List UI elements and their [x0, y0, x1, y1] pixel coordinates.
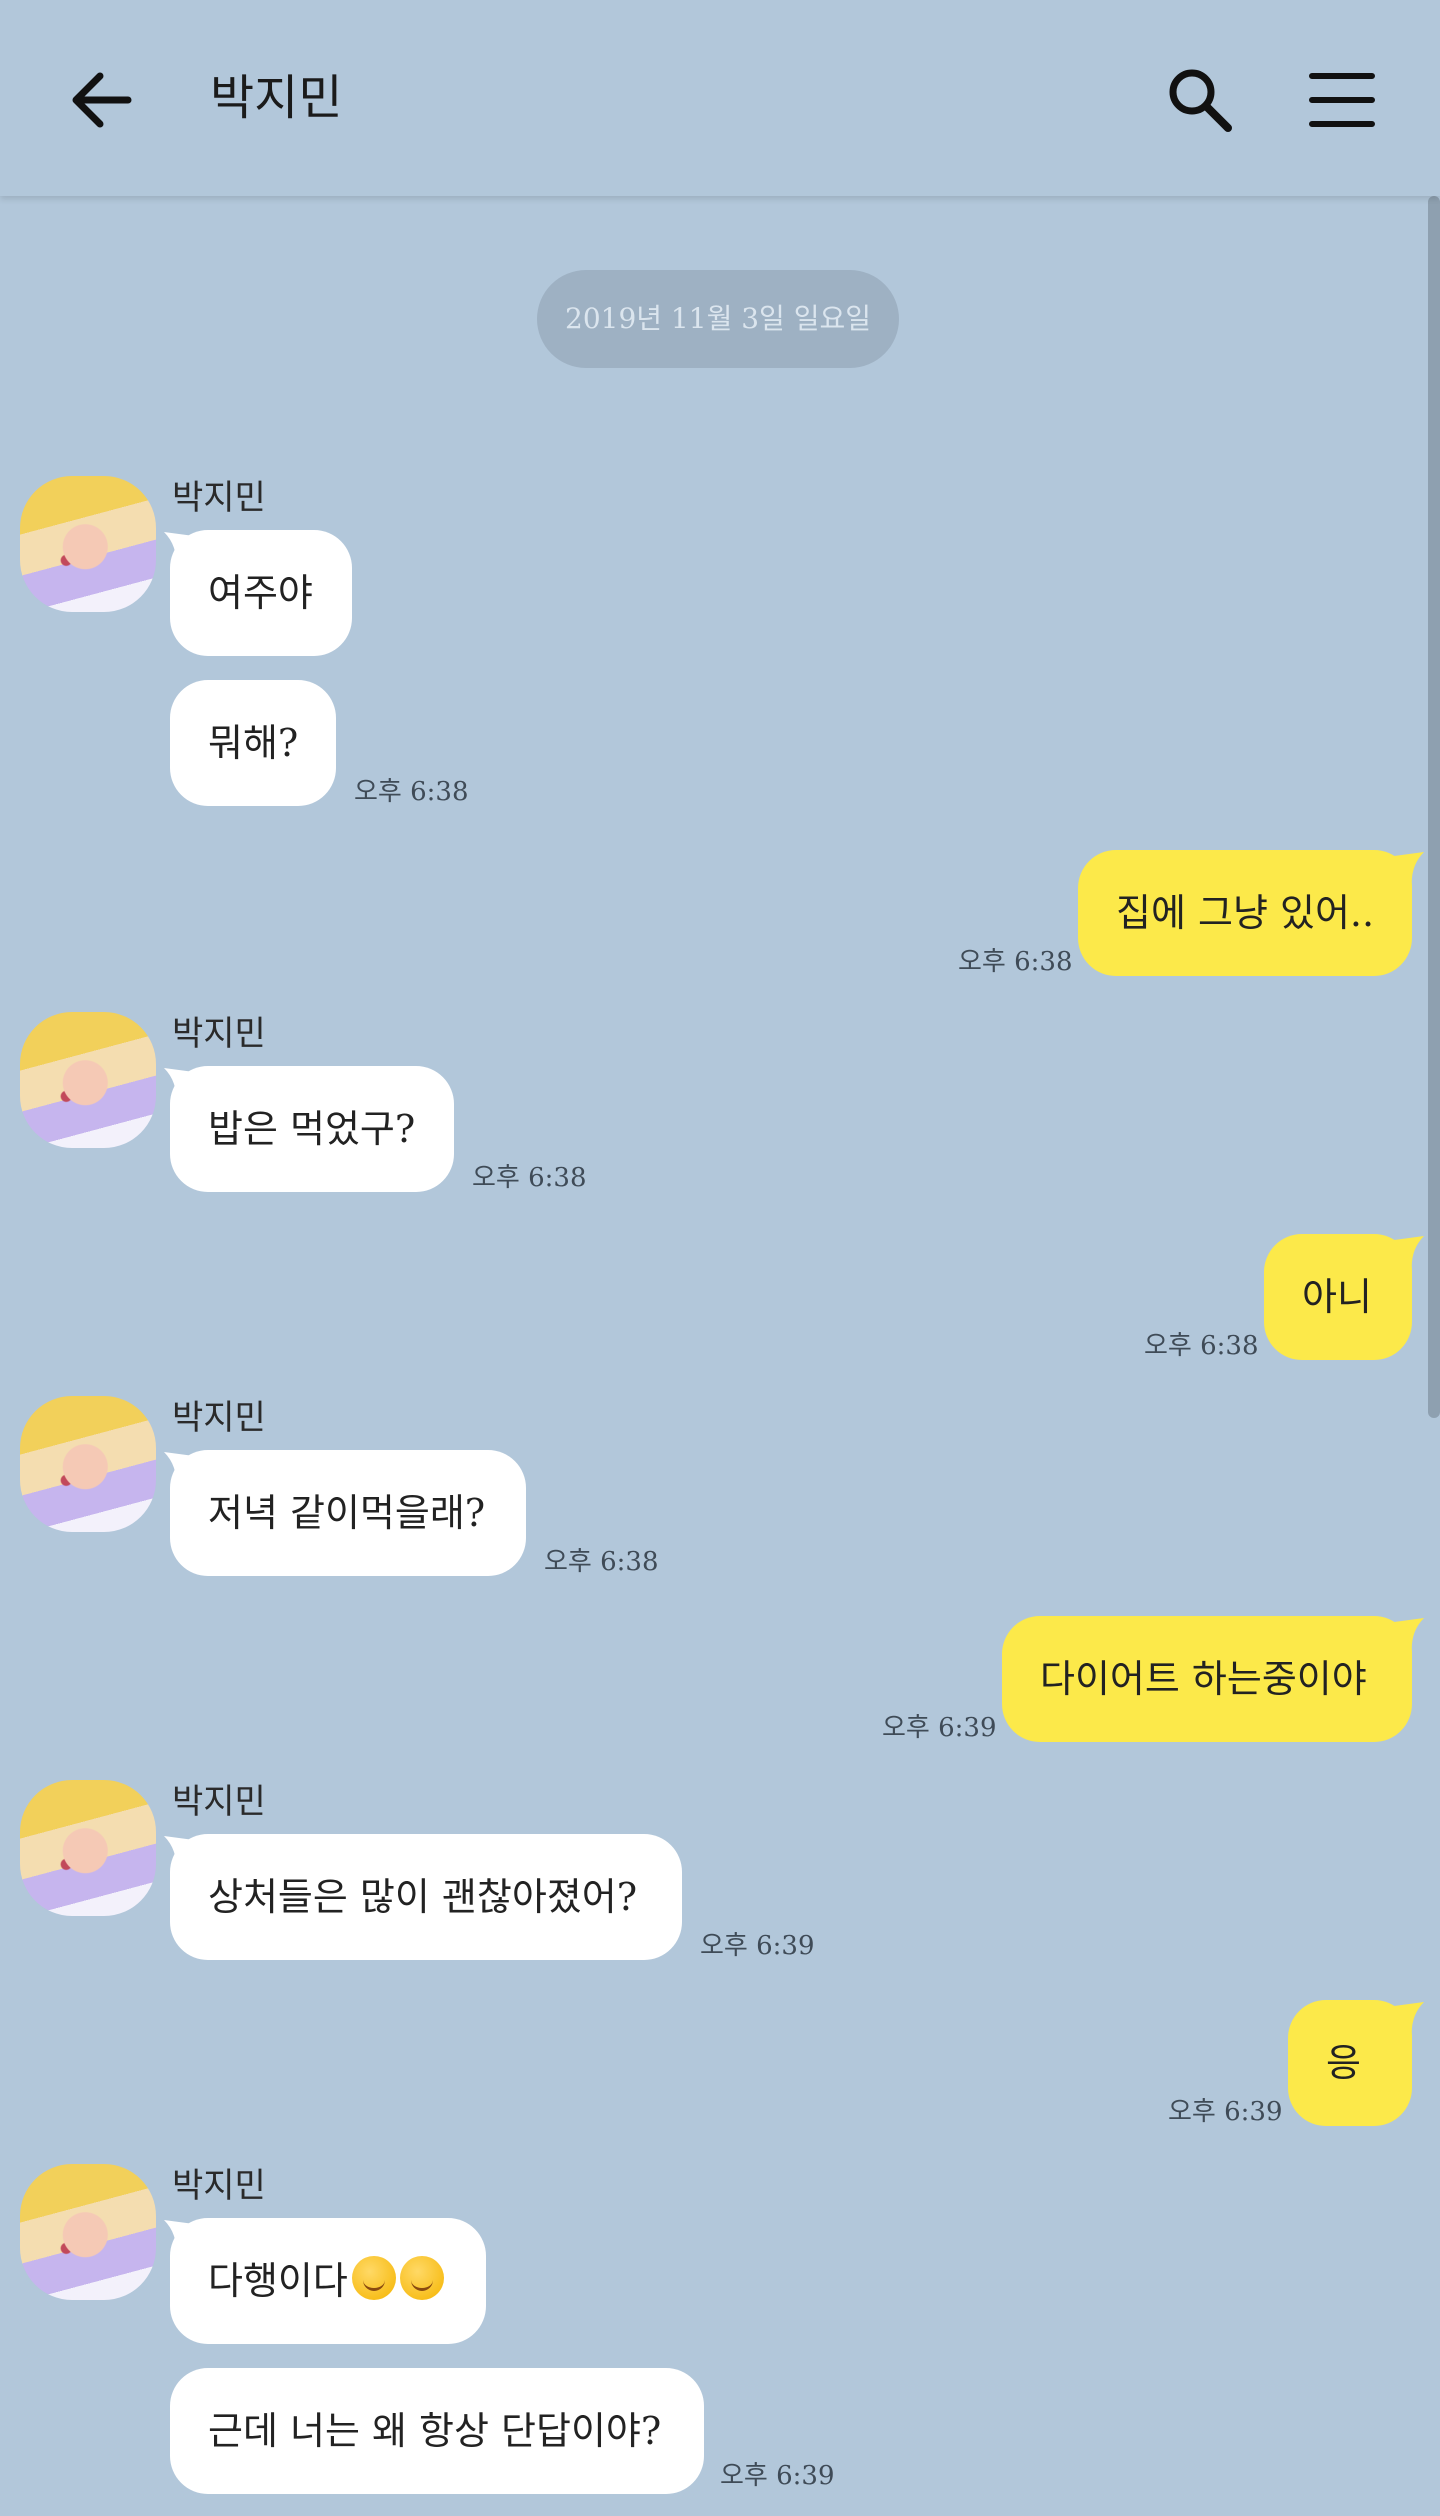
message-bubble-incoming[interactable]: 다행이다 [170, 2218, 486, 2344]
back-button[interactable] [66, 64, 138, 136]
message-bubble-incoming[interactable]: 상처들은 많이 괜찮아졌어? [170, 1834, 682, 1960]
avatar[interactable] [20, 1780, 156, 1916]
search-button[interactable] [1164, 64, 1236, 136]
avatar[interactable] [20, 1012, 156, 1148]
message-time: 오후 6:38 [472, 1163, 587, 1193]
sender-name: 박지민 [172, 2166, 266, 2206]
message-bubble-incoming[interactable]: 밥은 먹었구? [170, 1066, 454, 1192]
avatar[interactable] [20, 476, 156, 612]
sender-name: 박지민 [172, 478, 266, 518]
avatar[interactable] [20, 1396, 156, 1532]
message-bubble-incoming[interactable]: 뭐해? [170, 680, 336, 806]
message-bubble-incoming[interactable]: 저녁 같이먹을래? [170, 1450, 526, 1576]
sender-name: 박지민 [172, 1014, 266, 1054]
message-time: 오후 6:39 [720, 2461, 835, 2491]
smiling-face-emoji [399, 2256, 444, 2300]
hamburger-menu-icon [1309, 73, 1375, 127]
message-time: 오후 6:38 [1144, 1331, 1259, 1361]
message-time: 오후 6:38 [544, 1547, 659, 1577]
sender-name: 박지민 [172, 1398, 266, 1438]
chat-header: 박지민 [0, 0, 1440, 196]
message-bubble-outgoing[interactable]: 다이어트 하는중이야 [1002, 1616, 1412, 1742]
message-time: 오후 6:38 [354, 777, 469, 807]
menu-button[interactable] [1306, 64, 1378, 136]
message-time: 오후 6:39 [1168, 2097, 1283, 2127]
sender-name: 박지민 [172, 1782, 266, 1822]
message-bubble-incoming[interactable]: 여주야 [170, 530, 352, 656]
search-icon [1169, 69, 1232, 132]
message-time: 오후 6:38 [958, 947, 1073, 977]
bubble-tail [1394, 1618, 1424, 1654]
message-bubble-outgoing[interactable]: 아니 [1264, 1234, 1412, 1360]
chat-title: 박지민 [210, 70, 343, 126]
date-divider: 2019년 11월 3일 일요일 [537, 270, 899, 368]
message-text: 다행이다 [208, 2259, 348, 2303]
avatar[interactable] [20, 2164, 156, 2300]
bubble-tail [1394, 1236, 1424, 1272]
message-time: 오후 6:39 [882, 1713, 997, 1743]
arrow-left-icon [72, 72, 132, 128]
scrollbar[interactable] [1428, 196, 1440, 1418]
message-bubble-incoming[interactable]: 근데 너는 왜 항상 단답이야? [170, 2368, 704, 2494]
message-bubble-outgoing[interactable]: 집에 그냥 있어.. [1078, 850, 1412, 976]
bubble-tail [1394, 2002, 1424, 2038]
smiling-face-emoji [351, 2256, 396, 2300]
message-time: 오후 6:39 [700, 1931, 815, 1961]
bubble-tail [1394, 852, 1424, 888]
